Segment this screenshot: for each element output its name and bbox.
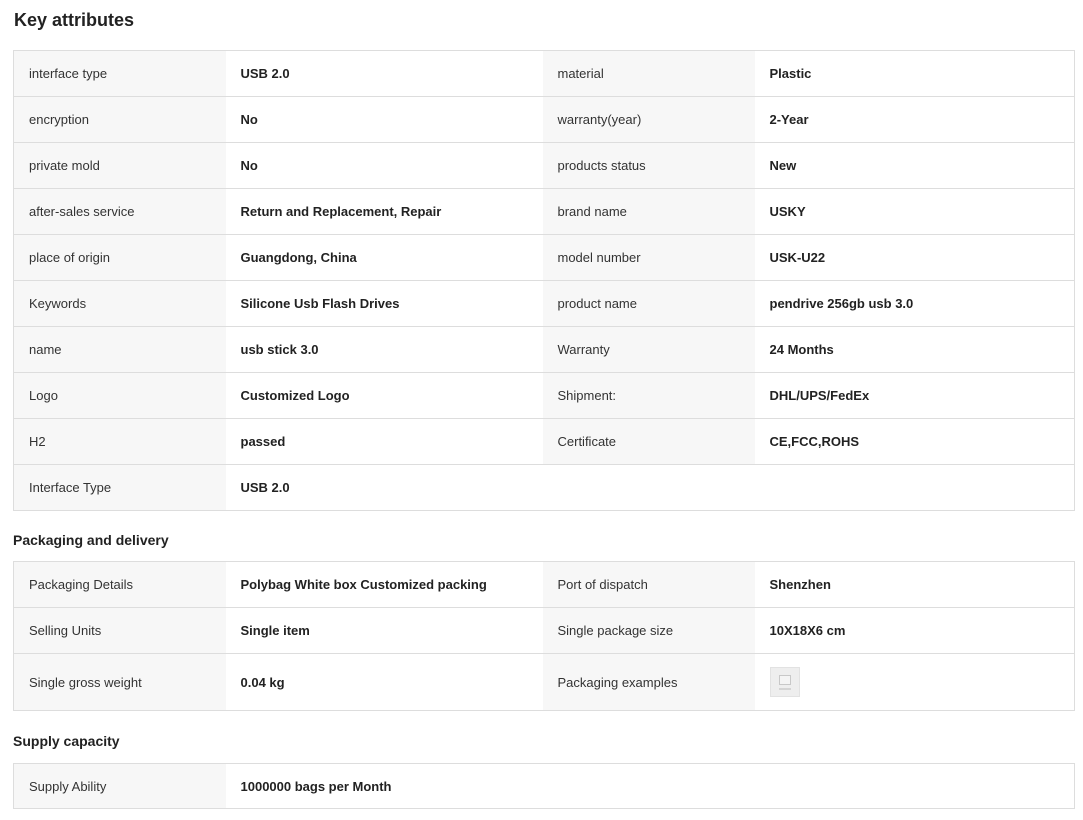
key-attributes-heading: Key attributes: [14, 10, 135, 30]
attribute-label-empty: [542, 464, 755, 511]
attribute-label: Selling Units: [13, 607, 226, 654]
attribute-label: Packaging examples: [542, 653, 755, 711]
product-details-page: Key attributes interface type USB 2.0 ma…: [0, 0, 1083, 820]
attribute-value-empty: [754, 464, 1075, 511]
attribute-value: Return and Replacement, Repair: [225, 188, 543, 235]
attribute-value: Shenzhen: [754, 561, 1075, 608]
attribute-label: name: [13, 326, 226, 373]
attribute-row: Logo Customized Logo Shipment: DHL/UPS/F…: [13, 372, 1075, 419]
attribute-label: Interface Type: [13, 464, 226, 511]
attribute-label: brand name: [542, 188, 755, 235]
attribute-label: Supply Ability: [13, 763, 226, 809]
attribute-label: Single gross weight: [13, 653, 226, 711]
attribute-row: Single gross weight 0.04 kg Packaging ex…: [13, 653, 1075, 711]
attribute-label: Certificate: [542, 418, 755, 465]
attribute-label: warranty(year): [542, 96, 755, 143]
attribute-row: after-sales service Return and Replaceme…: [13, 188, 1075, 235]
attribute-value: USB 2.0: [225, 50, 543, 97]
supply-capacity-table: Supply Ability 1000000 bags per Month: [13, 763, 1075, 809]
packaging-heading: Packaging and delivery: [13, 532, 169, 548]
attribute-label: model number: [542, 234, 755, 281]
attribute-value: 2-Year: [754, 96, 1075, 143]
attribute-row: encryption No warranty(year) 2-Year: [13, 96, 1075, 143]
packaging-examples-cell: [754, 653, 1075, 711]
attribute-value: 10X18X6 cm: [754, 607, 1075, 654]
attribute-row: Supply Ability 1000000 bags per Month: [13, 763, 1075, 809]
attribute-value: USK-U22: [754, 234, 1075, 281]
attribute-label: Single package size: [542, 607, 755, 654]
attribute-value: New: [754, 142, 1075, 189]
attribute-value: USB 2.0: [225, 464, 543, 511]
packaging-example-thumbnail-icon[interactable]: [769, 667, 800, 697]
attribute-value: passed: [225, 418, 543, 465]
attribute-label: Packaging Details: [13, 561, 226, 608]
attribute-row: interface type USB 2.0 material Plastic: [13, 50, 1075, 97]
attribute-value: pendrive 256gb usb 3.0: [754, 280, 1075, 327]
attribute-label: Keywords: [13, 280, 226, 327]
attribute-value: 24 Months: [754, 326, 1075, 373]
supply-capacity-heading: Supply capacity: [13, 733, 120, 749]
attribute-label: Port of dispatch: [542, 561, 755, 608]
attribute-value: CE,FCC,ROHS: [754, 418, 1075, 465]
attribute-value: No: [225, 96, 543, 143]
attribute-label: private mold: [13, 142, 226, 189]
attribute-label: encryption: [13, 96, 226, 143]
attribute-label-empty: [542, 763, 755, 809]
attribute-value: Guangdong, China: [225, 234, 543, 281]
attribute-label: after-sales service: [13, 188, 226, 235]
attribute-label: Warranty: [542, 326, 755, 373]
attribute-row: H2 passed Certificate CE,FCC,ROHS: [13, 418, 1075, 465]
packaging-table: Packaging Details Polybag White box Cust…: [13, 561, 1075, 711]
attribute-value: Polybag White box Customized packing: [225, 561, 543, 608]
attribute-value: Customized Logo: [225, 372, 543, 419]
attribute-value-empty: [754, 763, 1075, 809]
attribute-label: interface type: [13, 50, 226, 97]
attribute-label: material: [542, 50, 755, 97]
attribute-label: Logo: [13, 372, 226, 419]
attribute-value: Plastic: [754, 50, 1075, 97]
attribute-label: product name: [542, 280, 755, 327]
attribute-value: No: [225, 142, 543, 189]
key-attributes-table: interface type USB 2.0 material Plastic …: [13, 50, 1075, 511]
attribute-label: H2: [13, 418, 226, 465]
attribute-row: place of origin Guangdong, China model n…: [13, 234, 1075, 281]
attribute-value: usb stick 3.0: [225, 326, 543, 373]
attribute-row: name usb stick 3.0 Warranty 24 Months: [13, 326, 1075, 373]
attribute-value: Single item: [225, 607, 543, 654]
attribute-value: 1000000 bags per Month: [225, 763, 543, 809]
attribute-value: Silicone Usb Flash Drives: [225, 280, 543, 327]
attribute-row: Packaging Details Polybag White box Cust…: [13, 561, 1075, 608]
attribute-row: Selling Units Single item Single package…: [13, 607, 1075, 654]
attribute-label: place of origin: [13, 234, 226, 281]
attribute-value: USKY: [754, 188, 1075, 235]
attribute-label: Shipment:: [542, 372, 755, 419]
attribute-label: products status: [542, 142, 755, 189]
attribute-row: private mold No products status New: [13, 142, 1075, 189]
attribute-value: 0.04 kg: [225, 653, 543, 711]
attribute-row: Keywords Silicone Usb Flash Drives produ…: [13, 280, 1075, 327]
attribute-value: DHL/UPS/FedEx: [754, 372, 1075, 419]
attribute-row: Interface Type USB 2.0: [13, 464, 1075, 511]
